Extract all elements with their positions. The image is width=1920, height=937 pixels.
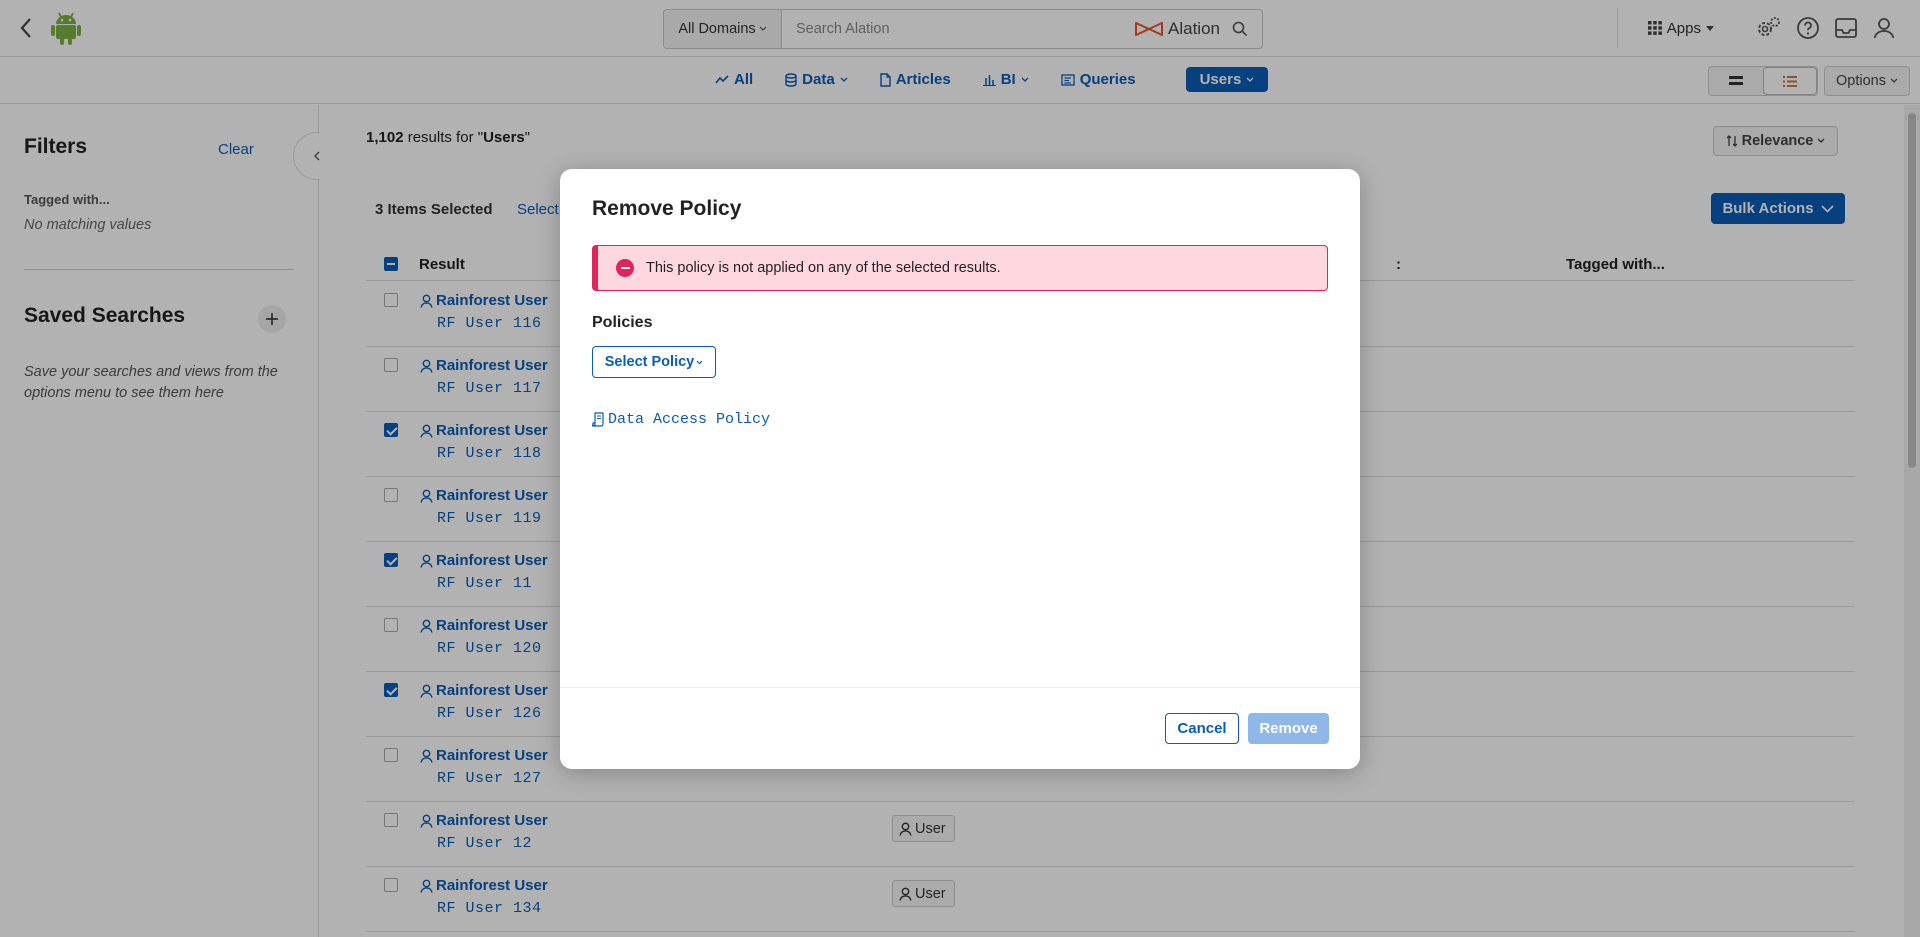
minus-circle-icon	[616, 259, 634, 277]
policies-label: Policies	[592, 314, 653, 331]
dialog-title: Remove Policy	[592, 197, 742, 220]
remove-policy-dialog: Remove Policy This policy is not applied…	[560, 169, 1360, 769]
policy-link-label: Data Access Policy	[608, 411, 771, 428]
error-alert: This policy is not applied on any of the…	[592, 245, 1328, 291]
select-policy-label: Select Policy	[604, 354, 695, 370]
alert-text: This policy is not applied on any of the…	[646, 260, 1001, 276]
dialog-footer: Cancel Remove	[560, 687, 1360, 769]
data-access-policy-link[interactable]: Data Access Policy	[592, 411, 770, 428]
cancel-button[interactable]: Cancel	[1165, 713, 1239, 744]
remove-button[interactable]: Remove	[1248, 713, 1329, 744]
chevron-down-icon	[696, 360, 703, 364]
policy-document-icon	[592, 412, 604, 427]
select-policy-dropdown[interactable]: Select Policy	[592, 346, 716, 378]
